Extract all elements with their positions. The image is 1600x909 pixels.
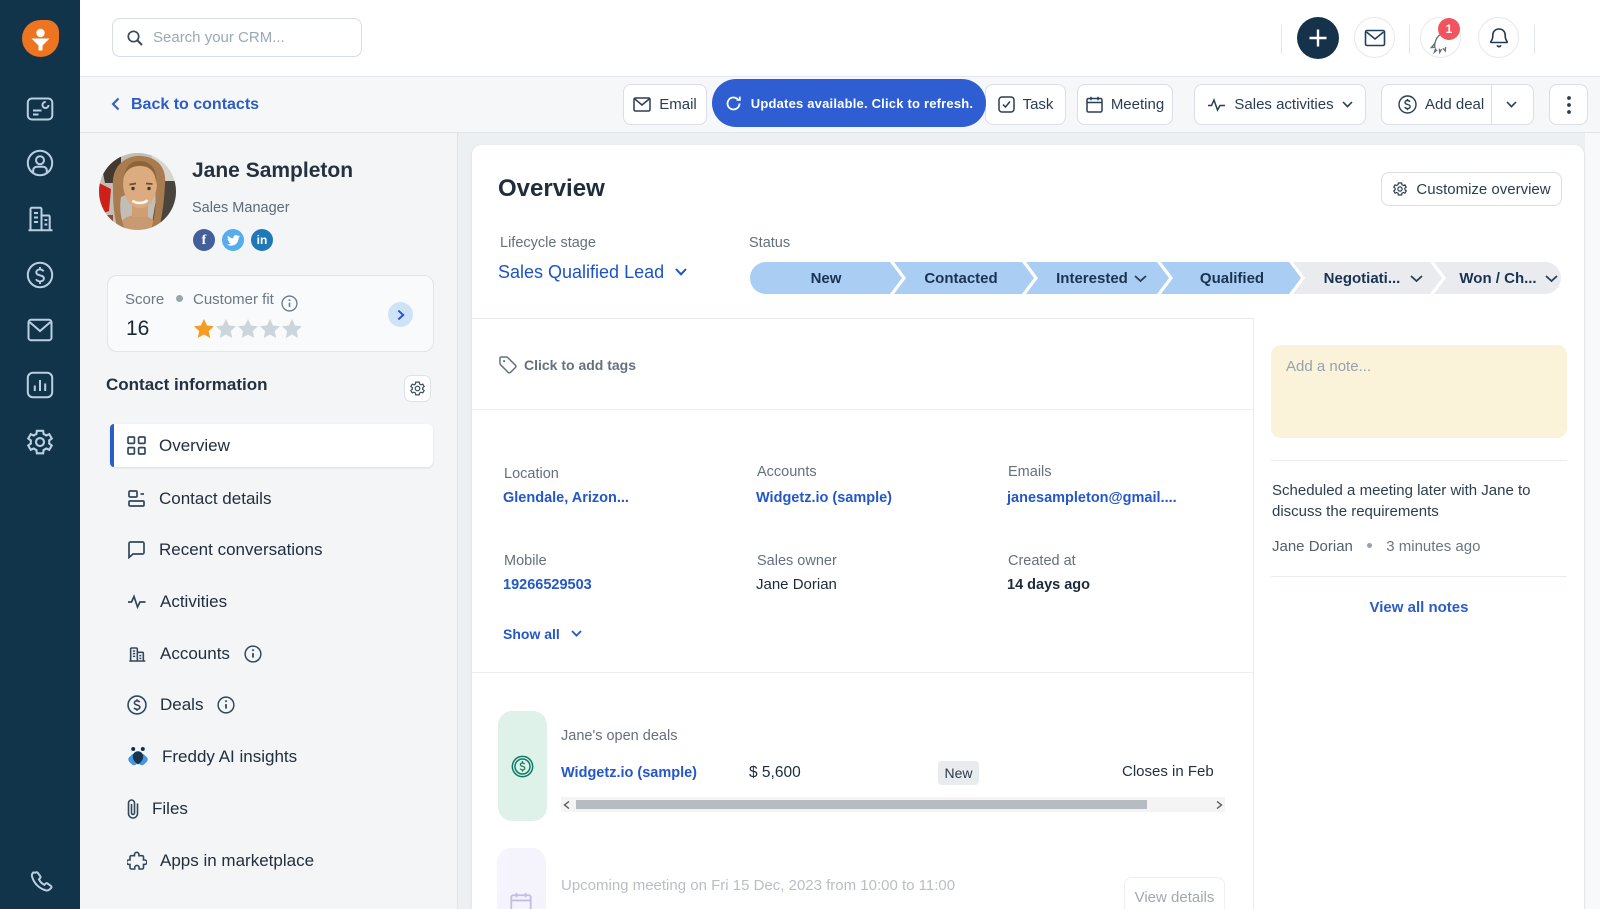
- svg-text:Qualified: Qualified: [1200, 270, 1264, 287]
- svg-text:Won / Ch...: Won / Ch...: [1459, 270, 1536, 287]
- svg-text:Interested: Interested: [1056, 270, 1128, 287]
- svg-text:Negotiati...: Negotiati...: [1324, 270, 1401, 287]
- svg-text:New: New: [811, 270, 842, 287]
- svg-text:Contacted: Contacted: [924, 270, 997, 287]
